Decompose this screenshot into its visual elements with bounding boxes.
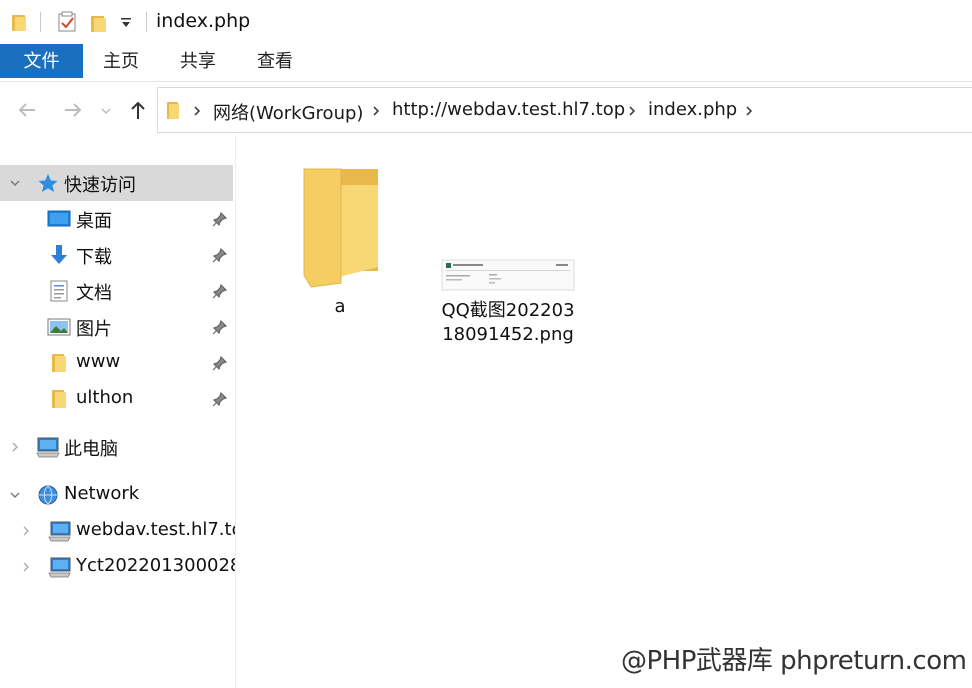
tree-label: webdav.test.hl7.to <box>76 519 236 540</box>
pin-icon[interactable] <box>212 355 228 371</box>
network-computer-icon <box>48 521 71 542</box>
breadcrumb-webdav-host[interactable]: http://webdav.test.hl7.top <box>392 99 625 120</box>
tree-label: 此电脑 <box>64 439 118 460</box>
folder-icon <box>52 390 66 408</box>
file-list: a QQ截图20220318091452.png <box>237 135 972 688</box>
tree-label: 下载 <box>76 247 112 268</box>
pictures-icon <box>47 318 71 336</box>
ribbon-tabs: 文件 主页 共享 查看 <box>0 44 972 82</box>
computer-icon <box>36 437 60 458</box>
pin-icon[interactable] <box>212 391 228 407</box>
breadcrumb-index-php[interactable]: index.php <box>648 99 737 120</box>
tree-item-ulthon[interactable]: ulthon <box>0 381 235 417</box>
tree-item-yct-host[interactable]: Yct202201300028 <box>0 549 236 585</box>
document-icon <box>50 280 68 302</box>
navigation-bar: 网络(WorkGroup) http://webdav.test.hl7.top… <box>0 83 972 135</box>
download-icon <box>51 245 67 264</box>
tab-home[interactable]: 主页 <box>90 44 152 78</box>
tree-item-desktop[interactable]: 桌面 <box>0 201 235 237</box>
tree-item-quick-access[interactable]: 快速访问 <box>0 165 233 201</box>
star-icon <box>38 174 58 192</box>
file-name: QQ截图20220318091452.png <box>441 300 575 345</box>
folder-icon <box>303 168 378 288</box>
chevron-right-icon[interactable] <box>370 104 382 118</box>
breadcrumb-network[interactable]: 网络(WorkGroup) <box>213 99 363 125</box>
chevron-right-icon[interactable] <box>20 525 32 537</box>
tree-label: ulthon <box>76 387 134 408</box>
up-arrow-icon[interactable] <box>125 97 151 123</box>
tree-label: 图片 <box>76 319 112 340</box>
new-folder-icon[interactable] <box>89 13 107 33</box>
pin-icon[interactable] <box>212 211 228 227</box>
folder-icon <box>167 102 179 119</box>
chevron-right-icon[interactable] <box>626 104 638 118</box>
folder-icon <box>52 354 66 372</box>
tree-item-documents[interactable]: 文档 <box>0 273 235 309</box>
pin-icon[interactable] <box>212 247 228 263</box>
image-thumbnail-icon <box>441 259 575 291</box>
pin-icon[interactable] <box>212 319 228 335</box>
file-name: a <box>334 296 346 317</box>
chevron-down-icon[interactable] <box>9 489 21 501</box>
tree-item-www[interactable]: www <box>0 345 235 381</box>
network-computer-icon <box>48 557 71 578</box>
tree-label: 桌面 <box>76 211 112 232</box>
chevron-right-icon[interactable] <box>743 104 755 118</box>
tab-share[interactable]: 共享 <box>167 44 229 78</box>
network-icon <box>38 485 58 505</box>
pin-icon[interactable] <box>212 283 228 299</box>
tree-item-this-pc[interactable]: 此电脑 <box>0 429 235 465</box>
toolbar-separator <box>146 12 147 32</box>
file-item-folder-a[interactable]: a <box>277 165 403 319</box>
chevron-down-icon[interactable] <box>9 177 21 189</box>
file-item-qq-screenshot[interactable]: QQ截图20220318091452.png <box>437 259 579 347</box>
tree-item-downloads[interactable]: 下载 <box>0 237 235 273</box>
tab-file[interactable]: 文件 <box>0 44 83 78</box>
desktop-icon <box>47 210 71 227</box>
navigation-pane: 快速访问 桌面 下载 文档 图片 www ulthon 此电脑 Network … <box>0 135 236 688</box>
tree-label: www <box>76 351 121 372</box>
chevron-right-icon[interactable] <box>191 104 203 118</box>
address-bar[interactable]: 网络(WorkGroup) http://webdav.test.hl7.top… <box>157 87 972 133</box>
tree-label: Network <box>64 483 140 504</box>
watermark: @PHP武器库 phpreturn.com <box>621 646 967 676</box>
tree-item-network[interactable]: Network <box>0 477 235 513</box>
title-bar: index.php <box>0 0 972 44</box>
tab-view[interactable]: 查看 <box>244 44 306 78</box>
toolbar-separator <box>40 12 41 32</box>
tree-item-webdav-host[interactable]: webdav.test.hl7.to <box>0 513 236 549</box>
back-arrow-icon[interactable] <box>15 97 41 123</box>
tree-label: 快速访问 <box>64 175 136 196</box>
customize-toolbar-dropdown-icon[interactable] <box>119 14 133 30</box>
forward-arrow-icon[interactable] <box>60 97 86 123</box>
tree-label: 文档 <box>76 283 112 304</box>
recent-locations-chevron-icon[interactable] <box>98 97 114 123</box>
folder-icon[interactable] <box>12 13 26 31</box>
tree-item-pictures[interactable]: 图片 <box>0 309 235 345</box>
chevron-right-icon[interactable] <box>20 561 32 573</box>
window-title: index.php <box>156 10 251 32</box>
tree-label: Yct202201300028 <box>76 555 236 576</box>
chevron-right-icon[interactable] <box>9 441 21 453</box>
properties-icon[interactable] <box>56 11 78 33</box>
